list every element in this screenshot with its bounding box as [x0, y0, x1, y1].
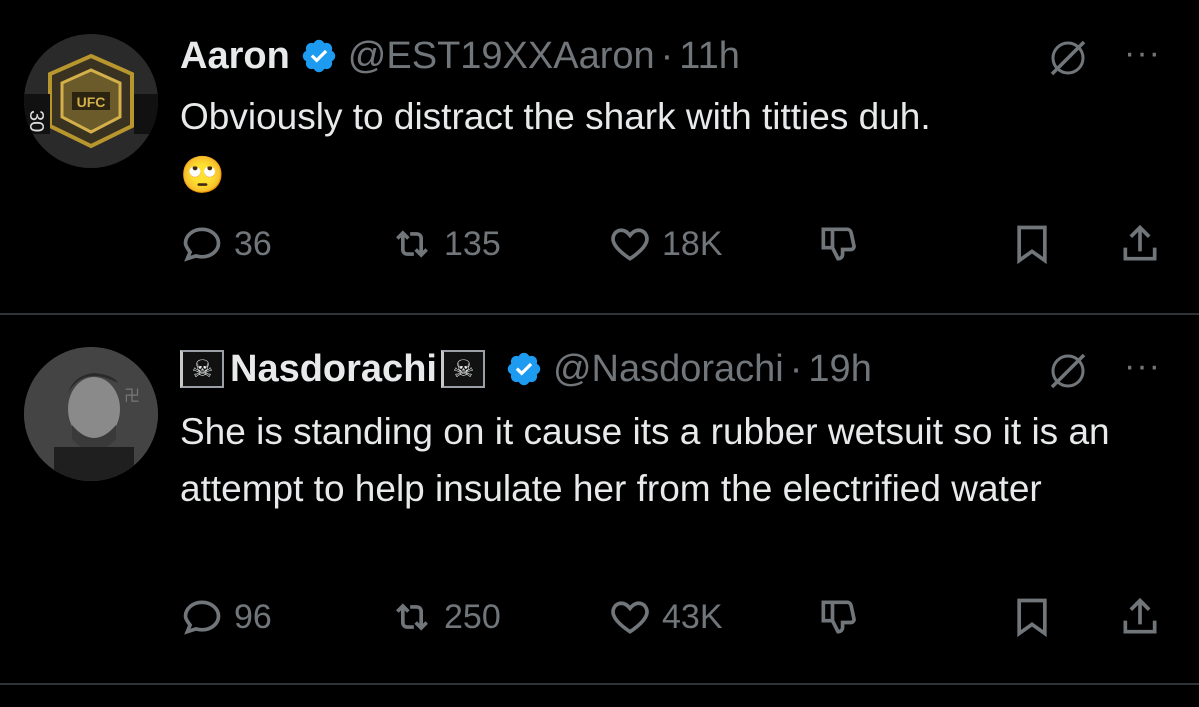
thumbs-down-icon: [821, 227, 856, 261]
user-handle[interactable]: @EST19XXAaron: [348, 35, 655, 78]
reply-icon: [183, 227, 221, 262]
tweet-actions: 96 250 43K: [180, 595, 1180, 645]
heart-icon: [611, 601, 649, 634]
verified-badge-icon: [505, 350, 543, 388]
reply-icon: [183, 600, 221, 635]
separator-dot: ·: [789, 347, 803, 390]
share-button[interactable]: [1118, 595, 1162, 639]
thumbs-down-icon: [821, 600, 856, 634]
eye-roll-emoji-icon: 🙄: [180, 154, 225, 195]
repost-icon: [396, 230, 428, 258]
display-name[interactable]: Nasdorachi: [230, 348, 437, 391]
bookmark-icon: [1017, 598, 1047, 638]
share-icon: [1123, 224, 1157, 261]
like-count: 43K: [662, 597, 723, 636]
share-icon: [1123, 597, 1157, 634]
bookmark-icon: [1017, 225, 1047, 265]
tweet-text-line: Obviously to distract the shark with tit…: [180, 96, 931, 137]
timestamp[interactable]: 19h: [808, 348, 871, 391]
heart-icon: [611, 228, 649, 261]
avatar-belt-image: UFC 30: [24, 34, 158, 168]
grok-icon[interactable]: [1046, 36, 1090, 80]
svg-text:30: 30: [25, 110, 47, 132]
tweet-actions: 36 135 18K: [180, 222, 1180, 272]
tweet-header: ☠ Nasdorachi ☠ @Nasdorachi · 19h: [180, 345, 872, 393]
svg-text:UFC: UFC: [77, 94, 106, 110]
separator-dot: ·: [660, 34, 674, 77]
avatar-aaron[interactable]: UFC 30: [24, 34, 158, 168]
user-handle[interactable]: @Nasdorachi: [553, 348, 784, 391]
tweet-text: She is standing on it cause its a rubber…: [180, 411, 1110, 509]
like-count: 18K: [662, 224, 723, 263]
reply-count: 36: [234, 224, 272, 263]
svg-text:卍: 卍: [124, 386, 140, 405]
avatar-nasdorachi[interactable]: 卍: [24, 347, 158, 481]
repost-button[interactable]: 250: [390, 595, 501, 639]
bookmark-button[interactable]: [1010, 222, 1054, 266]
tweet-nasdorachi[interactable]: 卍 ☠ Nasdorachi ☠ @Nasdorachi · 19h ··· S…: [0, 315, 1199, 683]
reply-button[interactable]: 96: [180, 595, 272, 639]
pirate-flag-icon: ☠: [440, 350, 485, 388]
like-button[interactable]: 43K: [608, 595, 723, 639]
like-button[interactable]: 18K: [608, 222, 723, 266]
dislike-button[interactable]: [816, 595, 860, 639]
tweet-header: Aaron @EST19XXAaron · 11h: [180, 32, 740, 80]
reply-count: 96: [234, 597, 272, 636]
more-options-icon[interactable]: ···: [1124, 34, 1161, 73]
dislike-button[interactable]: [816, 222, 860, 266]
pirate-flag-icon: ☠: [180, 350, 224, 388]
repost-count: 135: [444, 224, 501, 263]
repost-button[interactable]: 135: [390, 222, 501, 266]
display-name[interactable]: Aaron: [180, 35, 290, 78]
bookmark-button[interactable]: [1010, 595, 1054, 639]
more-options-icon[interactable]: ···: [1124, 347, 1161, 386]
share-button[interactable]: [1118, 222, 1162, 266]
grok-icon[interactable]: [1046, 349, 1090, 393]
repost-count: 250: [444, 597, 501, 636]
tweet-divider: [0, 683, 1199, 685]
tweet-aaron[interactable]: UFC 30 Aaron @EST19XXAaron · 11h ··· Obv…: [0, 0, 1199, 313]
reply-button[interactable]: 36: [180, 222, 272, 266]
timestamp[interactable]: 11h: [679, 35, 740, 78]
avatar-portrait-image: 卍: [24, 347, 158, 481]
tweet-text: Obviously to distract the shark with tit…: [180, 88, 1180, 205]
verified-badge-icon: [300, 37, 338, 75]
repost-icon: [396, 603, 428, 631]
